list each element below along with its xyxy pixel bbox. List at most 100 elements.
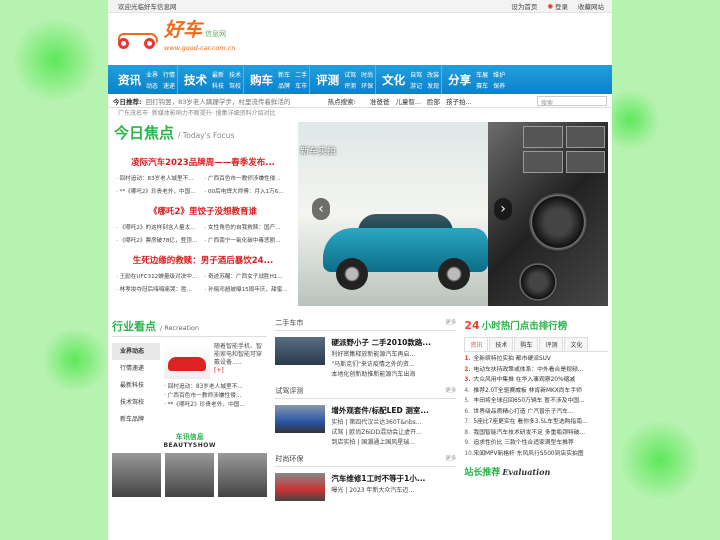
slider-thumb[interactable] xyxy=(523,126,563,148)
nav-item[interactable]: 资讯 xyxy=(118,72,141,88)
list-item[interactable]: · 广西百色市一教师涉嫌性侵... xyxy=(164,392,267,401)
nav-sub-link[interactable]: 维护 xyxy=(493,70,505,79)
red-car-image[interactable] xyxy=(164,343,210,379)
list-item[interactable]: 实拍 | 第四代汉兰达360T&nbs... xyxy=(331,418,429,428)
nav-item[interactable]: 评测 xyxy=(316,72,339,88)
nav-sub-link[interactable]: 保养 xyxy=(493,81,505,90)
hot-search-link[interactable]: 脸部 xyxy=(427,96,440,106)
list-item[interactable]: · 回村追动：83岁老人城里不... xyxy=(116,174,202,182)
list-item[interactable]: · 00后电焊大师傅：月入1万6... xyxy=(205,187,291,195)
list-item[interactable]: · **《哪吒2》珍贵老外，中国... xyxy=(116,187,202,195)
list-item[interactable]: · 《哪吒2》票房破78亿，登顶... xyxy=(116,236,202,244)
section-headline[interactable]: 增外观套件/标配LED 测室... xyxy=(331,405,429,416)
rank-item[interactable]: 10.宋闻MPV新格杆 东风风行S500到店实拍图 xyxy=(464,449,608,460)
list-item[interactable]: 到店实拍 | 国潮通上国风星瑞... xyxy=(331,438,429,448)
list-item[interactable]: · 奇迹苏醒：广西女子战胜H1... xyxy=(205,272,291,280)
image-slider[interactable]: 新车实拍 ‹ › xyxy=(298,122,608,306)
nav-sub-link[interactable]: 赛车 xyxy=(476,81,488,90)
favorite-link[interactable]: 收藏网站 xyxy=(578,1,604,11)
nav-sub-link[interactable]: 驾校 xyxy=(229,81,241,90)
nav-sub-link[interactable]: 试驾 xyxy=(344,70,356,79)
list-item[interactable]: · 广西百色市一教师涉嫌性侵... xyxy=(205,174,291,182)
focus-headline[interactable]: 《哪吒2》里饺子没想教育谁 xyxy=(112,205,294,217)
login-link[interactable]: ◉ 登录 xyxy=(547,1,568,11)
list-item[interactable]: · 回村追动：83岁老人城里不... xyxy=(164,383,267,392)
list-item[interactable]: · 广西南宁一氧化碳中毒悲剧... xyxy=(205,236,291,244)
nav-sub-link[interactable]: 车市 xyxy=(295,81,307,90)
nav-sub-link[interactable]: 行情 xyxy=(163,70,175,79)
search-input[interactable]: 搜索 xyxy=(537,95,607,107)
rank-tab[interactable]: 购车 xyxy=(514,337,539,351)
nav-sub-link[interactable]: 动态 xyxy=(146,81,158,90)
rank-tab[interactable]: 技术 xyxy=(489,337,514,351)
rank-tab[interactable]: 资讯 xyxy=(464,337,489,351)
nav-sub-link[interactable]: 时尚 xyxy=(361,70,373,79)
focus-headline[interactable]: 凌际汽车2023品牌周——春季发布... xyxy=(112,156,294,168)
nav-sub-link[interactable]: 品牌 xyxy=(278,81,290,90)
list-item[interactable]: 试驾 | 欧尚Z6iDD混动会让虚开... xyxy=(331,428,429,438)
list-item[interactable]: · 《哪吒2》的这样刻含人量太... xyxy=(116,223,202,231)
focus-headline[interactable]: 生死边缘的救赎：男子酒后暴饮24... xyxy=(112,254,294,266)
more-link[interactable]: 更多 xyxy=(445,318,456,328)
list-item[interactable]: · 女性角色的自我救赎：国产... xyxy=(205,223,291,231)
rank-item[interactable]: 8. 我国智能汽车技术研发不足 多重瓶颈特破... xyxy=(464,428,608,439)
industry-tab[interactable]: 最新科技 xyxy=(112,377,160,394)
list-item[interactable]: 曝光 | 2023 年新大众汽车迈... xyxy=(331,486,425,496)
nav-sub-link[interactable]: 科技 xyxy=(212,81,224,90)
list-item[interactable]: 利好密集释放新能源汽车再启... xyxy=(331,350,431,360)
nav-sub-link[interactable]: 改装 xyxy=(427,70,439,79)
more-link[interactable]: 更多 xyxy=(445,454,456,464)
nav-sub-link[interactable]: 速递 xyxy=(163,81,175,90)
news-thumbnail[interactable] xyxy=(275,337,326,365)
nav-sub-link[interactable]: 最新 xyxy=(212,70,224,79)
industry-tab[interactable]: 技术驾校 xyxy=(112,394,160,411)
nav-sub-link[interactable]: 二手 xyxy=(295,70,307,79)
rank-tab[interactable]: 评测 xyxy=(539,337,564,351)
nav-sub-link[interactable]: 自驾 xyxy=(410,70,422,79)
more-link[interactable]: 更多 xyxy=(445,386,456,396)
news-thumbnail[interactable] xyxy=(275,473,326,501)
list-item[interactable]: 本地化创新助推新能源汽车出海 xyxy=(331,370,431,380)
list-item[interactable]: · **《哪吒2》珍贵老外，中国... xyxy=(164,401,267,410)
nav-sub-link[interactable]: 评测 xyxy=(344,81,356,90)
hot-search-link[interactable]: 孩子拍... xyxy=(446,96,472,106)
prev-arrow-icon[interactable]: ‹ xyxy=(312,198,330,220)
car-photo[interactable] xyxy=(112,453,162,497)
site-logo[interactable]: 好车 信息网 www.good-car.com.cn xyxy=(112,21,236,52)
hot-search-link[interactable]: 准爸爸 xyxy=(370,96,390,106)
rank-item[interactable]: 1. 全新缤特拉实拍 都市硬派SUV xyxy=(464,354,608,365)
rank-item[interactable]: 5. 丰田将全球召回650万辆车 暂不涉及中国... xyxy=(464,396,608,407)
rank-item[interactable]: 6. 世界级品质精心打造 广汽普乐子汽车... xyxy=(464,407,608,418)
nav-item[interactable]: 文化 xyxy=(382,72,405,88)
news-ticker[interactable]: 广东茂名市· 新媒体影响力不断提升· 搜集详细资料介绍对比 xyxy=(108,108,612,118)
hot-search-link[interactable]: 儿童智... xyxy=(395,96,421,106)
nav-sub-link[interactable]: 环保 xyxy=(361,81,373,90)
set-homepage-link[interactable]: 设为首页 xyxy=(511,1,537,11)
recommend-ticker[interactable]: 回打钩罢，83岁老人蹒跚学步，村里流传着鲜活的 xyxy=(146,96,316,106)
list-item[interactable]: · 孙俪邓超被曝15周年庆，甜蜜... xyxy=(205,285,291,293)
industry-tab[interactable]: 业界动态 xyxy=(112,343,160,360)
rank-item[interactable]: 3. 大众风用中集推 在华入事观察20%缩减 xyxy=(464,375,608,386)
more-link[interactable]: [+] xyxy=(214,367,224,374)
list-item[interactable]: · 林孝埈夺冠后嗨嗨痛哭：胜... xyxy=(116,285,202,293)
news-thumbnail[interactable] xyxy=(275,405,326,433)
nav-sub-link[interactable]: 技术 xyxy=(229,70,241,79)
industry-tab[interactable]: 行情速递 xyxy=(112,360,160,377)
next-arrow-icon[interactable]: › xyxy=(494,198,512,220)
nav-sub-link[interactable]: 游记 xyxy=(410,81,422,90)
slider-thumb[interactable] xyxy=(565,151,605,173)
rank-item[interactable]: 9. 追求性价比 三款个性合适家满型车推荐 xyxy=(464,438,608,449)
section-headline[interactable]: 硬派野小子 二手2010款路... xyxy=(331,337,431,348)
nav-sub-link[interactable]: 新车 xyxy=(278,70,290,79)
rank-item[interactable]: 2. 电动车扶持政策或体系：中外看合是视频... xyxy=(464,365,608,376)
nav-sub-link[interactable]: 车展 xyxy=(476,70,488,79)
slider-thumbnails[interactable] xyxy=(523,126,605,173)
industry-tab[interactable]: 新车品牌 xyxy=(112,411,160,428)
nav-item[interactable]: 购车 xyxy=(250,72,273,88)
nav-sub-link[interactable]: 业界 xyxy=(146,70,158,79)
section-headline[interactable]: 汽车维修1工时不等于1小... xyxy=(331,473,425,484)
slider-thumb[interactable] xyxy=(523,151,563,173)
rank-tab[interactable]: 文化 xyxy=(564,337,589,351)
list-item[interactable]: · 王励在UFC312蝉量级对决中... xyxy=(116,272,202,280)
rank-item[interactable]: 4. 推荐2.0T全驱赛威板 林肯新MKX尚车手师 xyxy=(464,386,608,397)
